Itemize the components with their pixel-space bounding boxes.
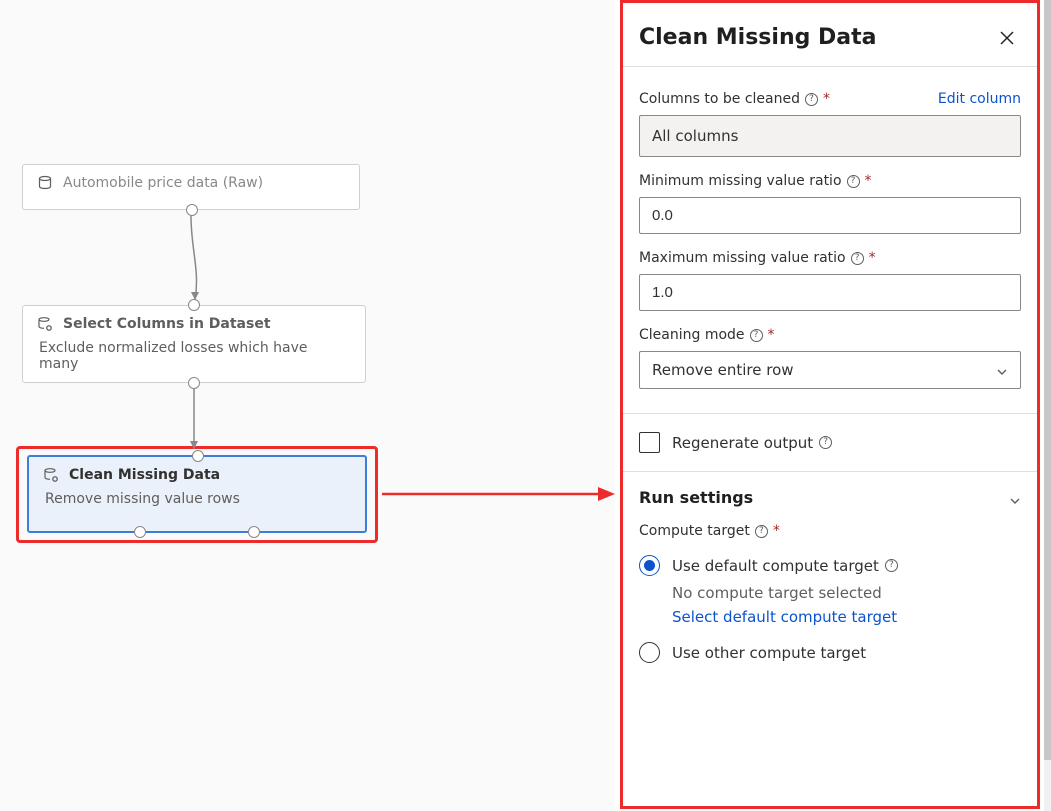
regenerate-output-row: Regenerate output ? [639, 414, 1021, 471]
properties-panel: Clean Missing Data Columns to be cleaned… [620, 0, 1040, 809]
radio-use-other[interactable] [639, 642, 660, 663]
max-ratio-input[interactable] [639, 274, 1021, 311]
required-asterisk: * [865, 173, 872, 189]
cleaning-mode-value: Remove entire row [652, 361, 794, 379]
database-gear-icon [43, 467, 59, 483]
node-title: Select Columns in Dataset [63, 316, 271, 332]
field-label-text: Compute target [639, 523, 750, 539]
node-title: Clean Missing Data [69, 467, 220, 483]
no-compute-target-text: No compute target selected [672, 584, 1021, 602]
required-asterisk: * [768, 327, 775, 343]
run-settings-header[interactable]: Run settings [639, 472, 1021, 513]
database-icon [37, 175, 53, 191]
info-icon[interactable]: ? [755, 525, 768, 538]
node-automobile-data[interactable]: Automobile price data (Raw) [22, 164, 360, 210]
field-label-text: Minimum missing value ratio [639, 173, 842, 189]
node-output-port[interactable] [134, 526, 146, 538]
panel-title: Clean Missing Data [639, 25, 876, 50]
field-compute-target: Compute target ? * Use default compute t… [639, 523, 1021, 663]
panel-header: Clean Missing Data [623, 3, 1037, 58]
info-icon[interactable]: ? [750, 329, 763, 342]
radio-use-default-row: Use default compute target ? [639, 555, 1021, 576]
regenerate-checkbox[interactable] [639, 432, 660, 453]
checkbox-label-text: Regenerate output [672, 434, 813, 452]
scrollbar-thumb[interactable] [1044, 0, 1051, 760]
select-default-compute-link[interactable]: Select default compute target [672, 608, 1021, 626]
info-icon[interactable]: ? [819, 436, 832, 449]
section-heading: Run settings [639, 488, 753, 507]
radio-label-text: Use default compute target [672, 557, 879, 575]
node-output-port[interactable] [248, 526, 260, 538]
field-label-text: Maximum missing value ratio [639, 250, 846, 266]
radio-use-default[interactable] [639, 555, 660, 576]
radio-use-other-row: Use other compute target [639, 642, 1021, 663]
field-label-text: Columns to be cleaned [639, 91, 800, 107]
node-output-port[interactable] [186, 204, 198, 216]
radio-label-text: Use other compute target [672, 644, 866, 662]
info-icon[interactable]: ? [847, 175, 860, 188]
node-output-port[interactable] [188, 377, 200, 389]
database-gear-icon [37, 316, 53, 332]
info-icon[interactable]: ? [851, 252, 864, 265]
required-asterisk: * [773, 523, 780, 539]
connector-lines [0, 0, 615, 811]
required-asterisk: * [823, 91, 830, 107]
close-icon[interactable] [999, 30, 1015, 46]
node-input-port[interactable] [192, 450, 204, 462]
field-columns-to-clean: Columns to be cleaned ? * Edit column Al… [639, 91, 1021, 157]
info-icon[interactable]: ? [805, 93, 818, 106]
pipeline-canvas[interactable]: Automobile price data (Raw) Select Colum… [0, 0, 615, 811]
chevron-down-icon [1009, 492, 1021, 504]
min-ratio-input[interactable] [639, 197, 1021, 234]
page-vertical-scrollbar[interactable] [1044, 0, 1051, 811]
node-subtitle: Remove missing value rows [45, 491, 351, 507]
required-asterisk: * [869, 250, 876, 266]
node-clean-missing-data[interactable]: Clean Missing Data Remove missing value … [27, 455, 367, 533]
info-icon[interactable]: ? [885, 559, 898, 572]
field-label-text: Cleaning mode [639, 327, 745, 343]
field-max-ratio: Maximum missing value ratio ? * [639, 250, 1021, 311]
node-title: Automobile price data (Raw) [63, 175, 263, 191]
node-subtitle: Exclude normalized losses which have man… [39, 340, 351, 372]
columns-value-box[interactable]: All columns [639, 115, 1021, 157]
chevron-down-icon [996, 364, 1008, 376]
node-select-columns[interactable]: Select Columns in Dataset Exclude normal… [22, 305, 366, 383]
node-input-port[interactable] [188, 299, 200, 311]
edit-column-link[interactable]: Edit column [938, 91, 1021, 107]
field-cleaning-mode: Cleaning mode ? * Remove entire row [639, 327, 1021, 389]
cleaning-mode-select[interactable]: Remove entire row [639, 351, 1021, 389]
field-min-ratio: Minimum missing value ratio ? * [639, 173, 1021, 234]
